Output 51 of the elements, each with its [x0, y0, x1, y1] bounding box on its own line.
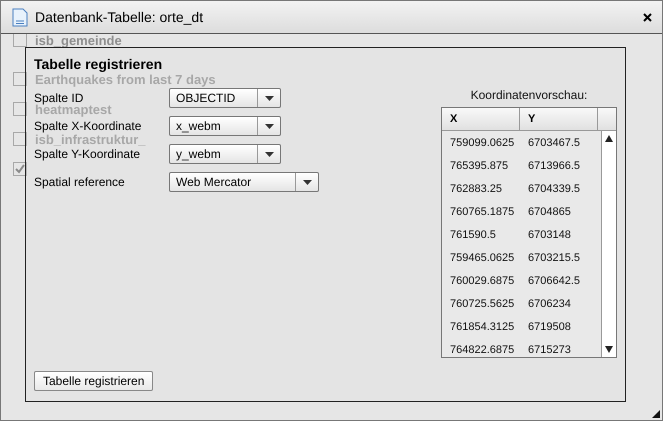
layer-checkbox[interactable]	[13, 162, 27, 176]
field-label: Spatial reference	[34, 175, 126, 189]
table-cell-text: 6703467.5	[527, 136, 581, 148]
caret-icon	[264, 96, 274, 100]
column-header[interactable]: Y	[520, 108, 598, 130]
table-cell-text: 759465.0625	[449, 252, 516, 264]
preview-title: Koordinatenvorschau:	[470, 88, 588, 102]
dropdown[interactable]: x_webm	[169, 116, 281, 136]
table-cell-text: 762883.25	[449, 182, 503, 194]
dropdown[interactable]: Web Mercator	[169, 172, 319, 192]
table-cell-text: 760725.5625	[449, 298, 516, 310]
table-cell-text: 760029.6875	[449, 274, 516, 286]
document-icon	[12, 8, 28, 26]
resize-grip-icon[interactable]	[652, 410, 660, 418]
register-button[interactable]: Tabelle registrieren	[34, 371, 154, 391]
table-cell-text: 6706234	[527, 298, 572, 310]
table-cell-text: 765395.875	[449, 160, 510, 172]
window-title: Datenbank-Tabelle: orte_dt	[35, 9, 204, 25]
layer-checkbox[interactable]	[13, 72, 27, 86]
caret-icon	[264, 152, 274, 156]
table-cell-text: 6704339.5	[527, 182, 581, 194]
caret-icon	[302, 180, 312, 184]
table-cell-text: 6706642.5	[527, 274, 581, 286]
scroll-up-icon[interactable]	[605, 135, 613, 143]
table-cell-text: 6703148	[527, 228, 572, 240]
table-cell-text: 6713966.5	[527, 160, 581, 172]
field-label: Spalte Y-Koordinate	[34, 147, 142, 161]
layer-checkbox[interactable]	[13, 33, 27, 47]
dropdown[interactable]: y_webm	[169, 144, 281, 164]
table-cell-text: 764822.6875	[449, 344, 516, 356]
table-cell-text: 761590.5	[449, 228, 497, 240]
layer-checkbox[interactable]	[13, 102, 27, 116]
column-header[interactable]: X	[442, 108, 520, 130]
layer-name: Earthquakes from last 7 days	[35, 72, 216, 86]
panel-title: Tabelle registrieren	[34, 56, 162, 72]
table-cell-text: 6719508	[527, 320, 572, 332]
table-cell-text: 6715273	[527, 344, 572, 356]
layer-name: isb_infrastruktur_	[35, 132, 146, 146]
table-cell-text: 759099.0625	[449, 136, 516, 148]
table-cell-text: 761854.3125	[449, 320, 516, 332]
scrollbar[interactable]	[601, 131, 616, 357]
close-icon[interactable]	[643, 12, 652, 22]
dropdown[interactable]: OBJECTID	[169, 88, 281, 108]
field-label: Spalte X-Koordinate	[34, 119, 142, 133]
layer-checkbox[interactable]	[13, 132, 27, 146]
table-cell-text: 6704865	[527, 206, 572, 218]
layer-name: isb_gemeinde	[35, 32, 122, 48]
caret-icon	[264, 124, 274, 128]
table-cell-text: 760765.1875	[449, 206, 516, 218]
table-cell-text: 6703215.5	[527, 252, 581, 264]
scroll-down-icon[interactable]	[605, 345, 613, 353]
